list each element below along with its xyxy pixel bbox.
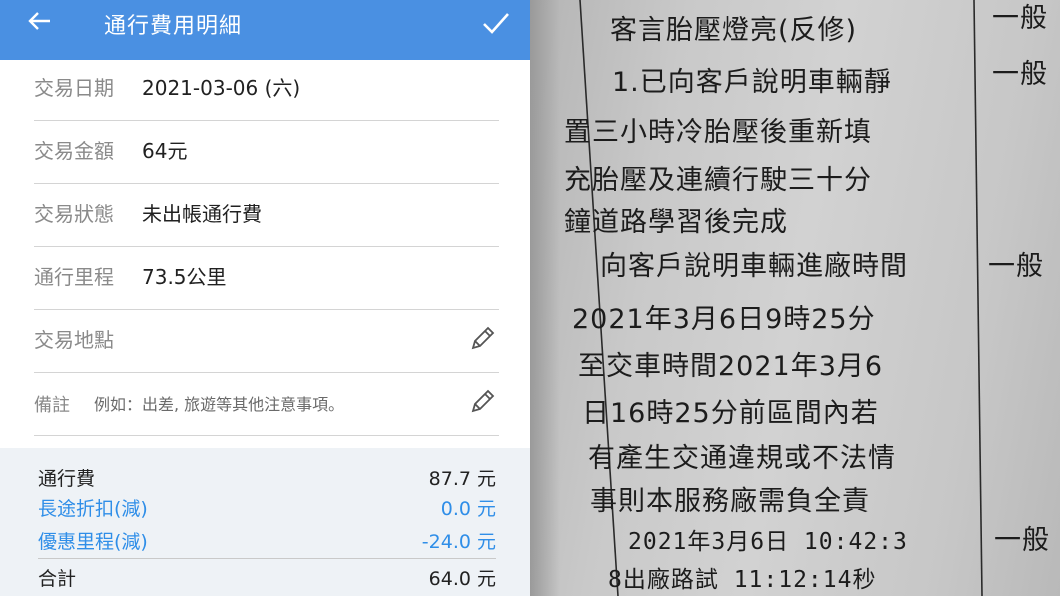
field-status-value: 未出帳通行費 bbox=[142, 202, 262, 226]
edit-location-button[interactable] bbox=[465, 322, 499, 356]
summary-free-mileage-label: 優惠里程(減) bbox=[38, 531, 148, 553]
summary-toll-label: 通行費 bbox=[38, 468, 96, 490]
doc-line-12: 2021年3月6日 10:42:3 bbox=[628, 529, 908, 555]
doc-line-4: 充胎壓及連續行駛三十分 bbox=[564, 165, 872, 196]
summary-toll-value: 87.7 元 bbox=[428, 468, 496, 490]
back-button[interactable] bbox=[22, 3, 62, 43]
field-mileage: 通行里程 73.5公里 bbox=[34, 247, 499, 310]
field-note[interactable]: 備註 例如：出差, 旅遊等其他注意事項。 bbox=[34, 373, 499, 436]
field-note-label: 備註 bbox=[34, 395, 70, 416]
doc-line-1: 客言胎壓燈亮(反修) bbox=[610, 15, 858, 46]
fee-summary: 通行費 87.7 元 長途折扣(減) 0.0 元 優惠里程(減) -24.0 元… bbox=[0, 448, 530, 596]
edit-note-button[interactable] bbox=[465, 385, 499, 419]
doc-side-2: 一般 bbox=[992, 59, 1048, 90]
app-bar: 通行費用明細 bbox=[0, 0, 530, 60]
doc-line-9: 日16時25分前區間內若 bbox=[582, 398, 879, 429]
note-input-placeholder[interactable]: 例如：出差, 旅遊等其他注意事項。 bbox=[94, 391, 344, 415]
doc-line-11: 事則本服務廠需負全責 bbox=[590, 486, 870, 517]
field-mileage-value: 73.5公里 bbox=[142, 265, 227, 289]
field-location[interactable]: 交易地點 bbox=[34, 310, 499, 373]
doc-line-6: 向客戶說明車輛進廠時間 bbox=[600, 251, 908, 282]
doc-line-5: 鐘道路學習後完成 bbox=[564, 207, 788, 238]
doc-line-8: 至交車時間2021年3月6 bbox=[578, 351, 884, 382]
field-status: 交易狀態 未出帳通行費 bbox=[34, 184, 499, 247]
field-status-label: 交易狀態 bbox=[34, 202, 114, 226]
page-title: 通行費用明細 bbox=[104, 14, 243, 39]
service-document-photo: 客言胎壓燈亮(反修) 1.已向客戶說明車輛靜 置三小時冷胎壓後重新填 充胎壓及連… bbox=[530, 0, 1060, 596]
summary-long-discount-value: 0.0 元 bbox=[440, 498, 496, 520]
field-mileage-label: 通行里程 bbox=[34, 265, 114, 289]
field-amount: 交易金額 64元 bbox=[34, 121, 499, 184]
field-date-label: 交易日期 bbox=[34, 76, 114, 100]
pencil-icon bbox=[471, 326, 495, 350]
field-amount-value: 64元 bbox=[142, 139, 188, 163]
doc-line-7: 2021年3月6日9時25分 bbox=[572, 304, 876, 335]
field-date-value: 2021-03-06 (六) bbox=[142, 76, 301, 100]
check-icon bbox=[483, 13, 509, 34]
summary-total-row: 合計 64.0 元 bbox=[38, 564, 496, 592]
doc-side-3: 一般 bbox=[988, 251, 1044, 282]
field-amount-label: 交易金額 bbox=[34, 139, 114, 163]
summary-long-discount-label: 長途折扣(減) bbox=[38, 498, 148, 520]
confirm-button[interactable] bbox=[476, 4, 516, 44]
doc-side-1: 一般 bbox=[992, 3, 1048, 34]
summary-divider bbox=[38, 558, 496, 559]
field-location-label: 交易地點 bbox=[34, 328, 114, 352]
arrow-left-icon bbox=[28, 12, 50, 30]
summary-toll-row: 通行費 87.7 元 bbox=[38, 464, 496, 492]
doc-line-3: 置三小時冷胎壓後重新填 bbox=[564, 117, 872, 148]
pencil-icon bbox=[471, 389, 495, 413]
summary-total-value: 64.0 元 bbox=[428, 568, 496, 590]
doc-line-10: 有產生交通違規或不法情 bbox=[588, 443, 896, 474]
field-date: 交易日期 2021-03-06 (六) bbox=[34, 58, 499, 121]
summary-total-label: 合計 bbox=[38, 568, 77, 590]
doc-line-2: 1.已向客戶說明車輛靜 bbox=[612, 67, 892, 98]
doc-side-4: 一般 bbox=[994, 525, 1050, 556]
summary-long-discount-row: 長途折扣(減) 0.0 元 bbox=[38, 494, 496, 522]
summary-free-mileage-row: 優惠里程(減) -24.0 元 bbox=[38, 527, 496, 555]
summary-free-mileage-value: -24.0 元 bbox=[421, 531, 496, 553]
toll-detail-screen: 通行費用明細 交易日期 2021-03-06 (六) 交易金額 64元 交易狀態… bbox=[0, 0, 530, 596]
doc-line-13: 8出廠路試 11:12:14秒 bbox=[608, 567, 877, 593]
